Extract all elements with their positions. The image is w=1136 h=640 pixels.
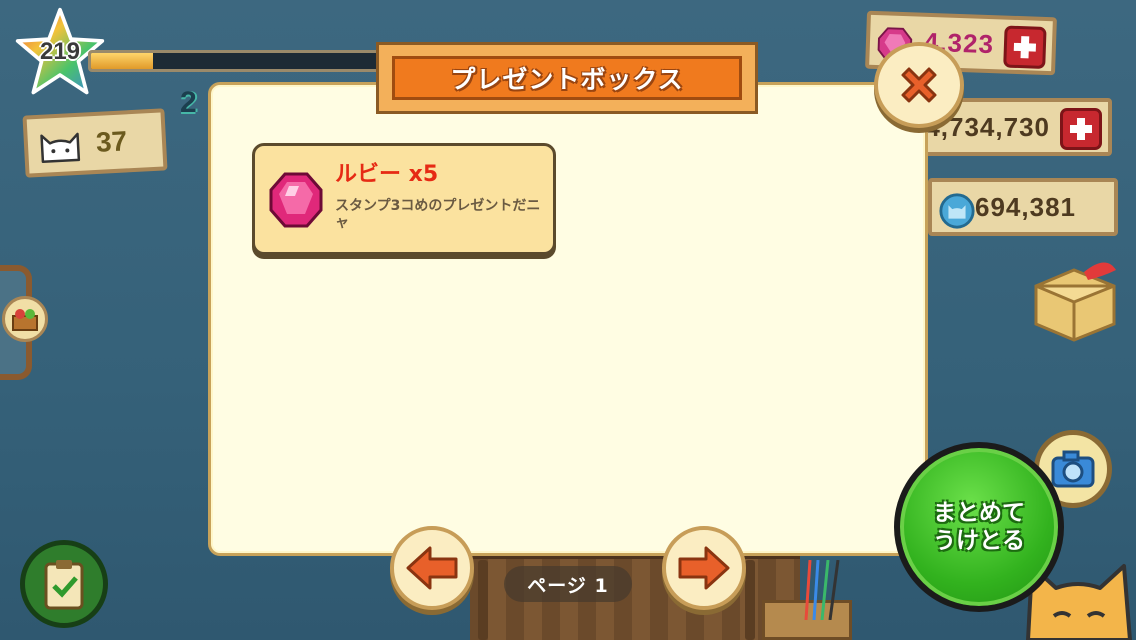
cat-coin-amount: 694,381	[975, 191, 1076, 222]
clipboard-icon	[44, 560, 84, 610]
buy-rubies-button[interactable]	[1003, 25, 1047, 69]
arrow-right-icon	[678, 546, 730, 590]
mission-clipboard-button[interactable]	[20, 540, 108, 628]
cat-count: 37	[95, 125, 128, 158]
cat-coin-counter: 694,381	[928, 178, 1118, 236]
basket-button[interactable]	[2, 296, 48, 342]
page-indicator: ページ 1	[504, 566, 632, 602]
xp-progress-fill	[91, 53, 153, 69]
previous-page-button[interactable]	[390, 526, 474, 610]
plus-icon	[1070, 118, 1092, 140]
close-button[interactable]	[874, 42, 964, 128]
buy-coins-button[interactable]	[1060, 108, 1102, 150]
cat-coin-icon	[939, 193, 975, 229]
present-item-title: ルビー x5	[335, 162, 439, 187]
gift-box-icon[interactable]	[1026, 252, 1122, 344]
cat-count-panel[interactable]: 37	[22, 108, 168, 178]
collect-all-button[interactable]: まとめて うけとる	[894, 442, 1064, 612]
fishing-rods	[804, 560, 840, 620]
dialog-title-plate: プレゼントボックス	[376, 42, 758, 114]
dock-pole	[478, 560, 488, 640]
next-page-button[interactable]	[662, 526, 746, 610]
camera-icon	[1051, 450, 1095, 488]
basket-icon	[12, 309, 38, 331]
dialog-title-banner: プレゼントボックス	[392, 56, 742, 100]
close-icon	[901, 67, 937, 103]
present-item-description: スタンプ3コめのプレゼントだニャ	[335, 198, 541, 231]
collect-all-label: まとめて うけとる	[933, 500, 1025, 554]
level-number: 219	[39, 38, 81, 65]
present-item-card[interactable]: ルビー x5 スタンプ3コめのプレゼントだニャ	[252, 143, 556, 255]
cat-icon	[40, 132, 81, 164]
plus-icon	[1013, 36, 1037, 59]
arrow-left-icon	[406, 546, 458, 590]
ruby-icon	[269, 172, 323, 228]
xp-counter: 2	[180, 86, 197, 119]
dock-pole	[745, 560, 755, 640]
dialog-title: プレゼントボックス	[450, 65, 684, 94]
xp-progress-bar	[88, 50, 388, 72]
